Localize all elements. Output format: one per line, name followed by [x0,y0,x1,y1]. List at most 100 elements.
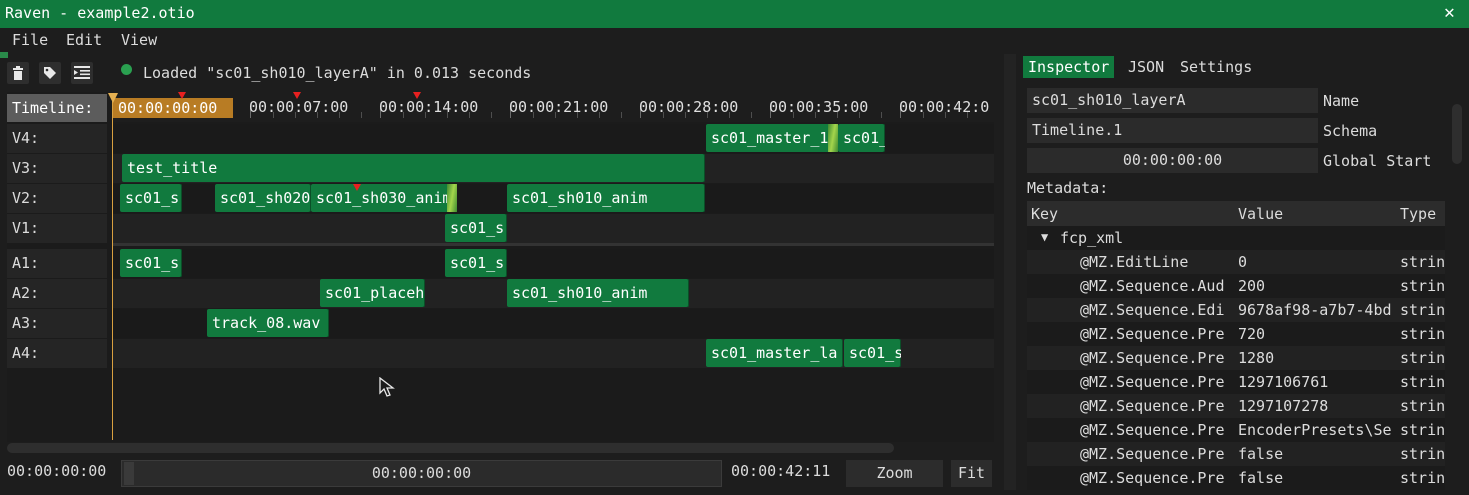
name-field[interactable]: sc01_sh010_layerA [1027,88,1318,113]
splitter-scrollbar[interactable] [1004,54,1016,490]
indent-icon[interactable] [71,62,93,84]
mouse-cursor-icon [379,376,397,403]
row-value: false [1238,445,1284,463]
track-label-a3[interactable]: A3: [7,309,107,338]
row-type: strin [1400,421,1444,439]
trash-icon[interactable] [7,62,29,84]
row-key: @MZ.Sequence.Edi [1080,301,1225,319]
row-key: @MZ.Sequence.Pre [1080,349,1225,367]
time-slider[interactable]: 00:00:00:00 [121,460,722,487]
row-value: 720 [1238,325,1266,343]
window-title: Raven - example2.otio [5,4,195,22]
transition-icon[interactable] [828,124,838,152]
menu-edit[interactable]: Edit [66,31,102,49]
track-label-a2[interactable]: A2: [7,279,107,308]
close-icon[interactable]: ✕ [1444,2,1455,23]
clip[interactable]: sc01_placeh [320,279,425,307]
clip[interactable]: sc01_ [838,124,885,152]
name-label: Name [1323,92,1360,110]
transition-icon[interactable] [447,184,457,212]
expand-triangle-icon[interactable]: ▼ [1041,230,1048,244]
ruler-timecode: 00:00:42:0 [899,98,990,116]
global-start-field[interactable]: 00:00:00:00 [1027,148,1318,173]
clip[interactable]: sc01_s [120,249,182,277]
track-label-a1[interactable]: A1: [7,249,107,278]
clip[interactable]: sc01_sh020 [215,184,311,212]
track-label-v1[interactable]: V1: [7,214,107,243]
clip[interactable]: sc01_s [445,249,507,277]
clip[interactable]: sc01_master_1 [706,124,837,152]
menu-file[interactable]: File [12,31,48,49]
time-ruler[interactable]: 00:00:07:00 00:00:14:00 00:00:21:00 00:0… [113,92,994,122]
status-icon [121,64,132,75]
row-key: @MZ.Sequence.Pre [1080,469,1225,487]
clip[interactable]: sc01_s [120,184,182,212]
tab-json[interactable]: JSON [1123,56,1169,78]
ruler-subtick [491,112,492,118]
row-type: strin [1400,301,1444,319]
track-label-v4[interactable]: V4: [7,124,107,153]
schema-field[interactable]: Timeline.1 [1027,118,1318,143]
column-key[interactable]: Key [1031,205,1058,223]
row-value: false [1238,469,1284,487]
row-type: strin [1400,373,1444,391]
row-key: @MZ.Sequence.Aud [1080,277,1225,295]
track-lane-v1 [113,214,994,243]
track-label-v2[interactable]: V2: [7,184,107,213]
row-type: strin [1400,445,1444,463]
clip[interactable]: sc01_sh010_anim [507,184,705,212]
timeline-hscroll-thumb[interactable] [7,443,894,453]
fit-button[interactable]: Fit [951,460,992,487]
ruler-timecode: 00:00:07:00 [249,98,349,116]
row-key: @MZ.EditLine [1080,253,1189,271]
metadata-header [1027,201,1445,226]
track-label-v3[interactable]: V3: [7,154,107,183]
clip[interactable]: sc01_master_la [706,339,843,367]
ruler-timecode: 00:00:14:00 [379,98,479,116]
zoom-slider[interactable]: Zoom [846,460,943,487]
row-type: strin [1400,253,1444,271]
marker-icon[interactable] [178,92,186,99]
clip[interactable]: sc01_s [844,339,901,367]
row-value: 1297106761 [1238,373,1329,391]
clip[interactable]: sc01_sh030_anim [311,184,456,212]
ruler-subtick [751,112,752,118]
marker-icon[interactable] [293,92,301,99]
column-type[interactable]: Type [1400,205,1436,223]
row-key: @MZ.Sequence.Pre [1080,373,1225,391]
menu-view[interactable]: View [121,31,157,49]
menu-bar: File Edit View [0,28,1469,52]
clip[interactable]: track_08.wav [207,309,329,337]
clip[interactable]: test_title [122,154,705,182]
tag-icon[interactable] [39,62,61,84]
row-type: strin [1400,349,1444,367]
start-time: 00:00:00:00 [7,462,107,480]
inspector-scrollbar[interactable] [1452,104,1462,164]
playhead[interactable] [112,94,113,440]
time-slider-handle[interactable] [124,462,134,485]
corner-accent [0,52,8,58]
video-audio-divider [113,243,994,246]
row-type: strin [1400,325,1444,343]
track-lane-a1 [113,249,994,278]
tab-settings[interactable]: Settings [1175,56,1257,78]
row-value: 1297107278 [1238,397,1329,415]
group-label: fcp_xml [1060,229,1124,247]
column-value[interactable]: Value [1238,205,1283,223]
ruler-timecode: 00:00:28:00 [639,98,739,116]
title-bar: Raven - example2.otio ✕ [0,0,1469,28]
clip[interactable]: sc01_sh010_anim [507,279,689,307]
track-label-a4[interactable]: A4: [7,339,107,368]
row-value: 200 [1238,277,1266,295]
playhead-handle-icon[interactable] [108,93,118,103]
clip[interactable]: sc01_s [445,214,507,242]
row-type: strin [1400,277,1444,295]
end-time: 00:00:42:11 [731,462,831,480]
marker-icon[interactable] [353,184,361,191]
status-message: Loaded "sc01_sh010_layerA" in 0.013 seco… [143,64,532,82]
row-value: 9678af98-a7b7-4bd [1238,301,1392,319]
ruler-subtick [361,112,362,118]
marker-icon[interactable] [413,92,421,99]
tab-inspector[interactable]: Inspector [1023,56,1115,78]
timeline-label[interactable]: Timeline: [7,94,107,122]
